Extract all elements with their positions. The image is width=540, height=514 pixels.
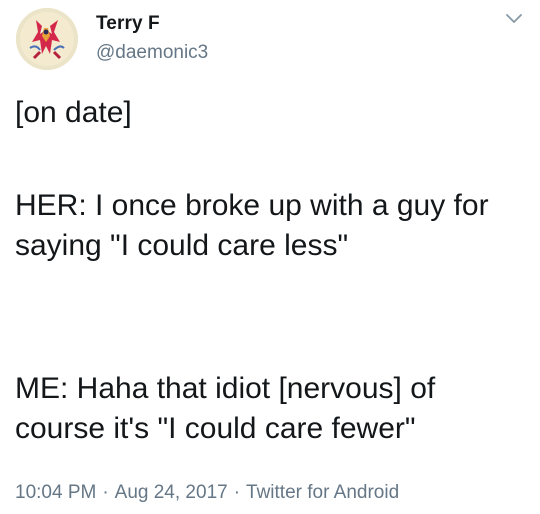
tweet-card: Terry F @daemonic3 [on date] HER: I once…	[0, 0, 540, 514]
chevron-down-icon[interactable]	[505, 12, 523, 26]
tweet-time[interactable]: 10:04 PM	[15, 482, 96, 503]
tweet-paragraph-her: HER: I once broke up with a guy for sayi…	[15, 189, 489, 262]
tweet-source-link[interactable]: Twitter for Android	[246, 482, 399, 503]
display-name[interactable]: Terry F	[96, 13, 160, 35]
tweet-date[interactable]: Aug 24, 2017	[115, 482, 228, 503]
avatar-icon	[16, 8, 78, 70]
user-handle[interactable]: @daemonic3	[96, 42, 208, 64]
meta-separator: ·	[233, 482, 241, 503]
meta-separator: ·	[102, 482, 109, 503]
tweet-paragraph-me: ME: Haha that idiot [nervous] of course …	[15, 372, 436, 445]
tweet-metadata: 10:04 PM · Aug 24, 2017 · Twitter for Androi…	[15, 482, 399, 504]
avatar[interactable]	[16, 8, 78, 70]
tweet-line-context: [on date]	[15, 96, 132, 129]
